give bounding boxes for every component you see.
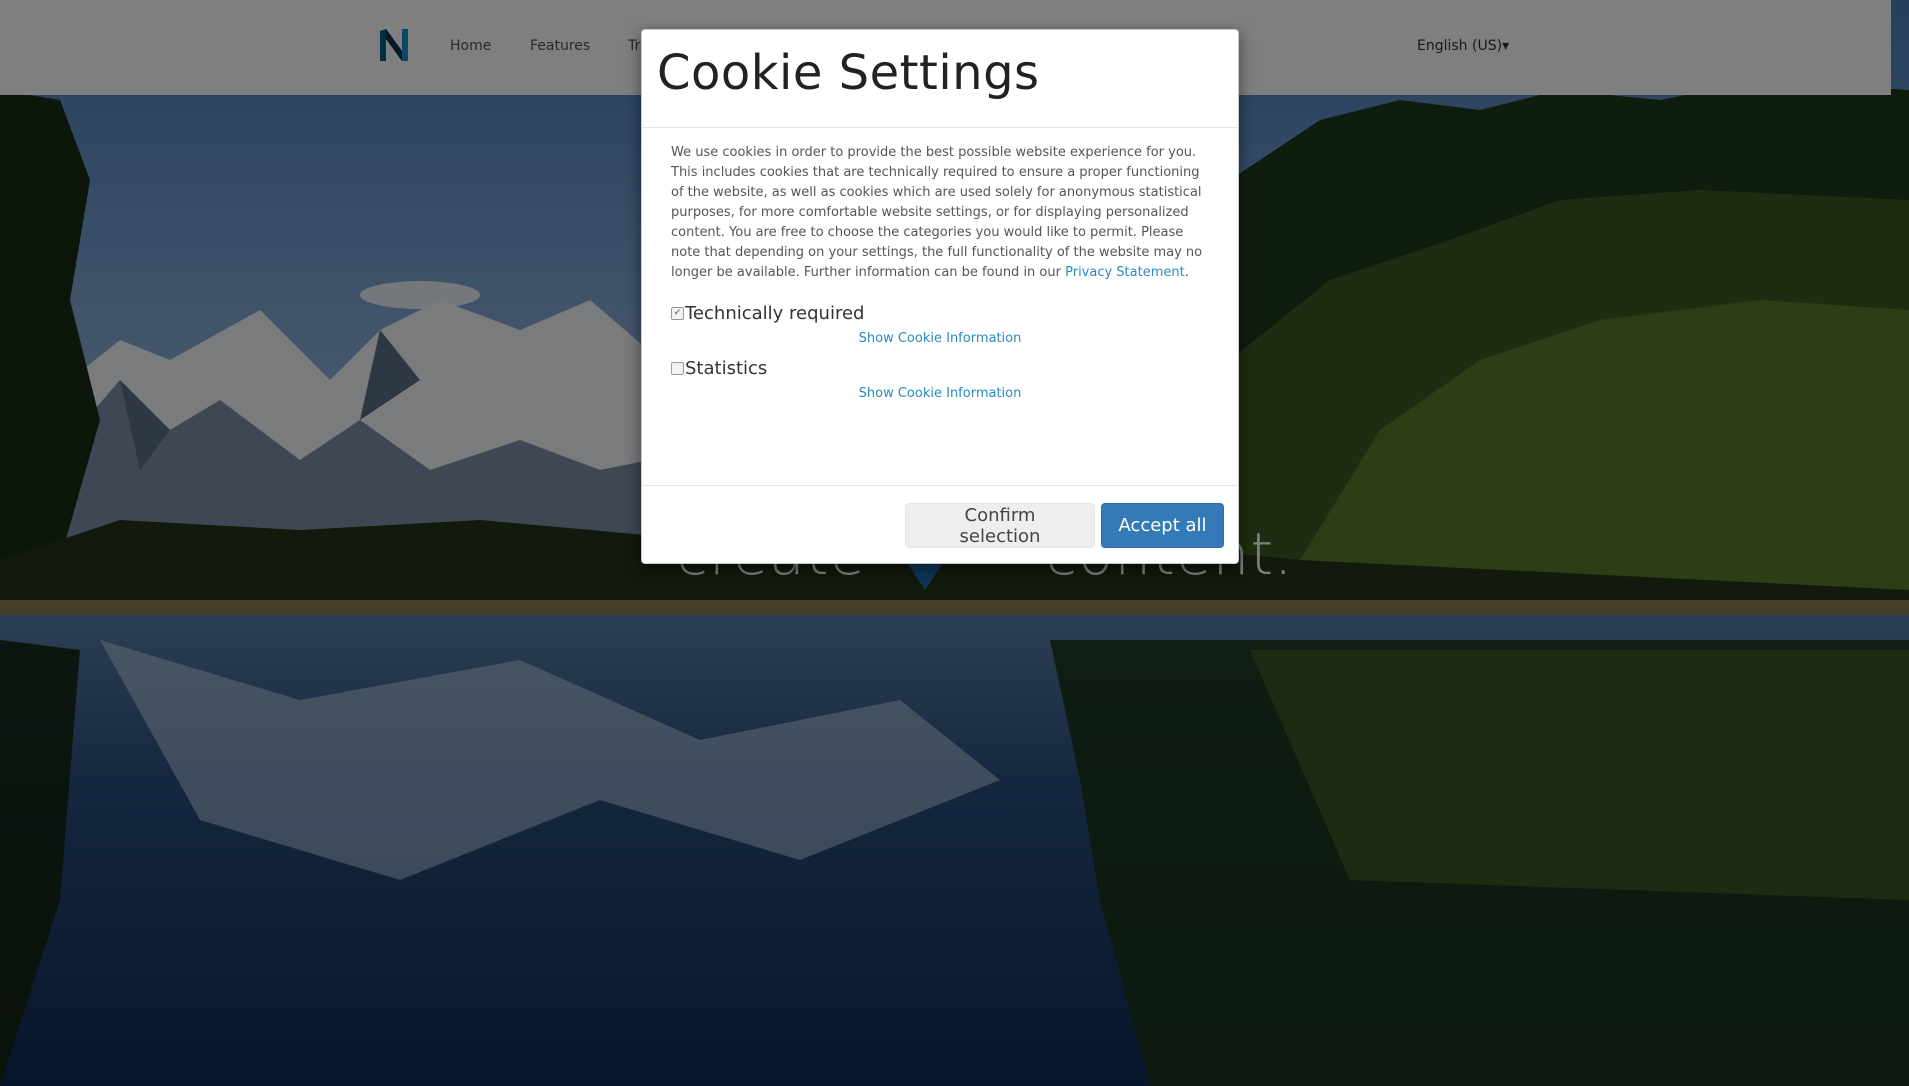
cookie-settings-dialog: Cookie Settings We use cookies in order …	[641, 29, 1239, 564]
category-label: Technically required	[685, 302, 865, 324]
intro-paragraph: We use cookies in order to provide the b…	[671, 145, 1203, 280]
confirm-selection-button[interactable]: Confirm selection	[905, 503, 1095, 548]
dialog-header: Cookie Settings	[642, 30, 1238, 128]
cookie-category-technical: ✔ Technically required Show Cookie Infor…	[671, 301, 1209, 346]
cookie-intro-text: We use cookies in order to provide the b…	[671, 143, 1211, 283]
privacy-statement-link[interactable]: Privacy Statement	[1065, 265, 1185, 280]
statistics-checkbox[interactable]	[671, 361, 684, 375]
technically-required-checkbox[interactable]: ✔	[671, 306, 684, 320]
show-cookie-info-link[interactable]: Show Cookie Information	[671, 386, 1209, 401]
category-label: Statistics	[685, 357, 768, 379]
cookie-category-statistics: Statistics Show Cookie Information	[671, 356, 1209, 401]
dialog-footer: Confirm selection Accept all	[905, 503, 1224, 548]
show-cookie-info-link[interactable]: Show Cookie Information	[671, 331, 1209, 346]
intro-end: .	[1184, 265, 1189, 280]
accept-all-button[interactable]: Accept all	[1101, 503, 1224, 548]
dialog-body: We use cookies in order to provide the b…	[642, 128, 1238, 486]
dialog-title: Cookie Settings	[657, 45, 1040, 101]
